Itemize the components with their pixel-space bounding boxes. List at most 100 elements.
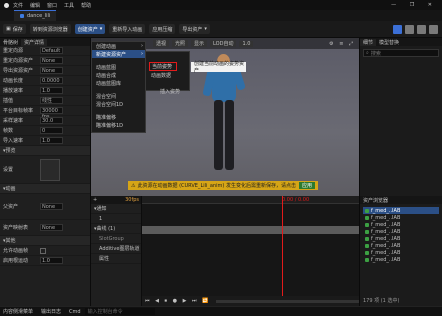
- menu-window[interactable]: 窗口: [47, 2, 57, 9]
- anim-mode-icon[interactable]: [417, 24, 426, 34]
- menu-item-anim-composite[interactable]: 动画合成: [92, 71, 145, 79]
- list-item[interactable]: f_med_..IAB: [363, 228, 439, 235]
- menu-item-aim-offset[interactable]: 瞄准偏移: [92, 113, 145, 121]
- apply-button[interactable]: 应用: [298, 182, 315, 189]
- menu-item-current-pose[interactable]: 当前姿势: [149, 62, 177, 71]
- checkbox[interactable]: [40, 247, 46, 254]
- view-mode-perspective[interactable]: 透视: [153, 40, 170, 47]
- time-ruler[interactable]: 0.00 / 0.00: [142, 196, 359, 204]
- property-row: 帧数 0: [0, 126, 90, 136]
- track-notify[interactable]: ▾ 通知: [91, 204, 141, 214]
- menu-item-blend-space-1d[interactable]: 混合空间1D: [92, 100, 145, 108]
- view-mode-lit[interactable]: 光照: [172, 40, 189, 47]
- property-row: 启用根运动 1.0: [0, 256, 90, 266]
- property-row: 播放速率 1.0: [0, 86, 90, 96]
- section-header-preview[interactable]: ▾ 预览: [0, 146, 90, 156]
- window-controls[interactable]: — ❐ ✕: [391, 2, 438, 8]
- asset-count: 179 项 (1 选中): [363, 298, 400, 304]
- menu-item-new-pose-asset[interactable]: 新建资源资产 ›: [92, 50, 145, 58]
- pose-asset-submenu: 当前姿势 动画数据 插入姿势: [145, 51, 190, 95]
- menu-edit[interactable]: 编辑: [30, 2, 40, 9]
- time-label: 0.00 / 0.00: [282, 197, 310, 203]
- anim-sequence-icon: [20, 14, 24, 18]
- list-item[interactable]: f_med_..IAB: [363, 235, 439, 242]
- details-search-input[interactable]: ⌕ 搜索: [363, 49, 439, 57]
- property-row: 动画长度 0.0000: [0, 76, 90, 86]
- menu-item-blend-space[interactable]: 混合空间: [92, 92, 145, 100]
- property-row: 资产映射表 None: [0, 220, 90, 236]
- track-notify-1[interactable]: 1: [91, 214, 141, 224]
- property-row: 采样速率 30.0: [0, 116, 90, 126]
- asset-browser-header: 资产浏览器: [360, 196, 442, 204]
- list-item[interactable]: f_med_..IAB: [363, 221, 439, 228]
- tab-model-replace[interactable]: 模型替换: [376, 39, 402, 46]
- menu-item-insert-pose[interactable]: 插入姿势: [160, 88, 180, 95]
- sequencer-track-list: + 30fps ▾ 通知 1 ▾ 曲线 (1) SlotGroup Additi…: [91, 196, 142, 306]
- list-item[interactable]: f_med_..IAB: [363, 256, 439, 263]
- play-rate[interactable]: 1.0: [239, 40, 254, 47]
- compress-button[interactable]: 应用压缩: [149, 24, 176, 34]
- property-row: 导入速率 1.0: [0, 136, 90, 146]
- transport-controls: ⏮ ◀ ⏹ ● ▶ ⏭ 🔁: [142, 296, 359, 306]
- right-details-panel: 细节 模型替换 ⌕ 搜索: [359, 38, 442, 196]
- create-asset-button[interactable]: 创建资产 ▾: [74, 24, 106, 34]
- list-item[interactable]: f_med_..IAB: [363, 214, 439, 221]
- property-row: 导出资源资产 None: [0, 66, 90, 76]
- mode-switcher: [393, 24, 438, 34]
- list-item[interactable]: f_med_..IAB: [363, 242, 439, 249]
- show-flags[interactable]: 显示: [191, 40, 208, 47]
- list-item[interactable]: f_med_..IAB: [363, 207, 439, 214]
- export-button[interactable]: 导出资产 ▾: [179, 24, 210, 34]
- main-toolbar: ▣ 保存 转到资源浏览器 创建资产 ▾ 重新导入动画 应用压缩 导出资产 ▾: [0, 21, 442, 38]
- unreal-logo-icon: [4, 2, 9, 8]
- document-tab[interactable]: dance_lili: [14, 10, 57, 21]
- browse-button[interactable]: 转到资源浏览器: [29, 24, 71, 34]
- output-log-button[interactable]: 输出日志: [41, 308, 61, 315]
- fps-label[interactable]: 30fps: [125, 197, 139, 203]
- track-slot[interactable]: SlotGroup: [91, 234, 141, 244]
- menu-item-create-animation[interactable]: 创建动画 ›: [92, 42, 145, 50]
- console-input[interactable]: 输入控制台命令: [84, 308, 155, 315]
- content-drawer-button[interactable]: 内容侧滑菜单: [3, 308, 33, 315]
- search-icon: ⌕: [366, 50, 369, 56]
- menu-tools[interactable]: 工具: [64, 2, 74, 9]
- menu-help[interactable]: 帮助: [81, 2, 91, 9]
- list-item[interactable]: f_med_..IAB: [363, 249, 439, 256]
- track-attributes[interactable]: 属性: [91, 254, 141, 264]
- mesh-mode-icon[interactable]: [405, 24, 414, 34]
- menu-item-aim-offset-1d[interactable]: 瞄准偏移1D: [92, 121, 145, 129]
- tab-asset-details[interactable]: 资产详情: [21, 38, 48, 46]
- cmd-dropdown[interactable]: Cmd: [69, 309, 81, 315]
- menu-item-anim-blueprint[interactable]: 动画蓝图: [92, 63, 145, 71]
- skeleton-mode-icon[interactable]: [393, 24, 402, 34]
- section-header-other[interactable]: ▾ 其他: [0, 236, 90, 246]
- left-panel-tabs: 骨骼树 资产详情: [0, 38, 90, 46]
- track-curves[interactable]: ▾ 曲线 (1): [91, 224, 141, 234]
- warning-banner[interactable]: ⚠ 此资源在动画数据 (CURVE_Lili_anim) 发生变化后需重新保存，…: [128, 181, 318, 190]
- menu-file[interactable]: 文件: [13, 2, 23, 9]
- curve-track-bar[interactable]: [142, 226, 359, 234]
- add-track-icon[interactable]: +: [93, 197, 97, 203]
- lod-select[interactable]: LOD自动: [210, 40, 237, 47]
- thumbnail[interactable]: [40, 159, 60, 181]
- track-additive[interactable]: Additive图层轨道: [91, 244, 141, 254]
- character-leg: [225, 100, 234, 170]
- tab-details[interactable]: 细节: [360, 38, 377, 46]
- playhead[interactable]: [282, 196, 283, 296]
- tooltip: 创建当前动画的姿势资产: [191, 61, 246, 74]
- viewport-options-icon[interactable]: ⚙ ≡ ⤢: [329, 41, 355, 47]
- timeline-scrollbar[interactable]: [216, 299, 359, 303]
- reimport-button[interactable]: 重新导入动画: [109, 24, 146, 34]
- property-row: 重定向源 Default: [0, 46, 90, 56]
- title-bar: 文件 编辑 窗口 工具 帮助 — ❐ ✕: [0, 0, 442, 10]
- blueprint-mode-icon[interactable]: [429, 24, 438, 34]
- section-header-anim[interactable]: ▾ 动画: [0, 184, 90, 194]
- menu-item-anim-library[interactable]: 动画蓝图库: [92, 79, 145, 87]
- playback-buttons[interactable]: ⏮ ◀ ⏹ ● ▶ ⏭ 🔁: [145, 298, 210, 304]
- property-row: 平台目标帧率30000 fps: [0, 106, 90, 120]
- menu-item-anim-data[interactable]: 动画数据: [151, 72, 171, 79]
- save-button[interactable]: ▣ 保存: [3, 24, 26, 34]
- status-bar: 内容侧滑菜单 输出日志 Cmd 输入控制台命令: [0, 306, 442, 316]
- tab-skeleton-tree[interactable]: 骨骼树: [0, 39, 21, 46]
- timeline[interactable]: 0.00 / 0.00 ⏮ ◀ ⏹ ● ▶ ⏭ 🔁: [142, 196, 359, 306]
